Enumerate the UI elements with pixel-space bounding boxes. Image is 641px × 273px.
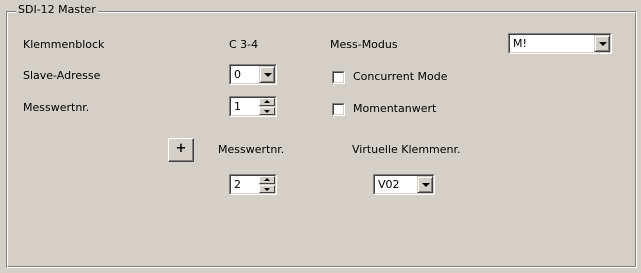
virtual-klemmenr-dropdown-button[interactable] bbox=[417, 176, 433, 193]
virtual-messwertnr-value[interactable]: 2 bbox=[234, 178, 241, 192]
chevron-down-icon bbox=[599, 42, 607, 46]
messwertnr-value[interactable]: 1 bbox=[234, 100, 241, 114]
slave-address-dropdown-button[interactable] bbox=[259, 66, 275, 83]
virtual-klemmenr-value: V02 bbox=[378, 178, 400, 191]
spin-up-button[interactable] bbox=[259, 176, 275, 184]
virtual-klemmenr-select[interactable]: V02 bbox=[373, 174, 435, 195]
virtual-messwertnr-spinner[interactable]: 2 bbox=[229, 174, 277, 195]
momentanwert-checkbox[interactable] bbox=[332, 103, 345, 116]
chevron-down-icon bbox=[422, 183, 430, 187]
mess-modus-select[interactable]: M! bbox=[508, 33, 612, 54]
spin-up-icon bbox=[264, 178, 270, 181]
concurrent-mode-checkbox[interactable] bbox=[332, 71, 345, 84]
messwertnr-spinner[interactable]: 1 bbox=[229, 96, 277, 117]
mess-modus-label: Mess-Modus bbox=[330, 38, 398, 51]
spin-down-icon bbox=[264, 188, 270, 191]
add-button[interactable]: + bbox=[168, 138, 194, 162]
mess-modus-value: M! bbox=[513, 37, 527, 50]
spin-down-button[interactable] bbox=[259, 107, 275, 115]
virtual-messwertnr-label: Messwertnr. bbox=[218, 143, 285, 156]
concurrent-mode-label[interactable]: Concurrent Mode bbox=[353, 70, 448, 84]
spin-up-icon bbox=[264, 100, 270, 103]
momentanwert-label[interactable]: Momentanwert bbox=[353, 102, 436, 116]
slave-address-select[interactable]: 0 bbox=[229, 64, 277, 85]
chevron-down-icon bbox=[264, 73, 272, 77]
slave-address-label: Slave-Adresse bbox=[23, 69, 101, 82]
group-title: SDI-12 Master bbox=[16, 3, 98, 17]
spin-down-button[interactable] bbox=[259, 185, 275, 193]
klemmenblock-label: Klemmenblock bbox=[23, 38, 105, 51]
messwertnr-label: Messwertnr. bbox=[23, 101, 90, 114]
spin-up-button[interactable] bbox=[259, 98, 275, 106]
virtual-klemmenr-label: Virtuelle Klemmenr. bbox=[352, 143, 461, 156]
spin-down-icon bbox=[264, 110, 270, 113]
klemmenblock-value: C 3-4 bbox=[229, 38, 259, 51]
slave-address-value: 0 bbox=[234, 68, 241, 81]
mess-modus-dropdown-button[interactable] bbox=[594, 35, 610, 52]
